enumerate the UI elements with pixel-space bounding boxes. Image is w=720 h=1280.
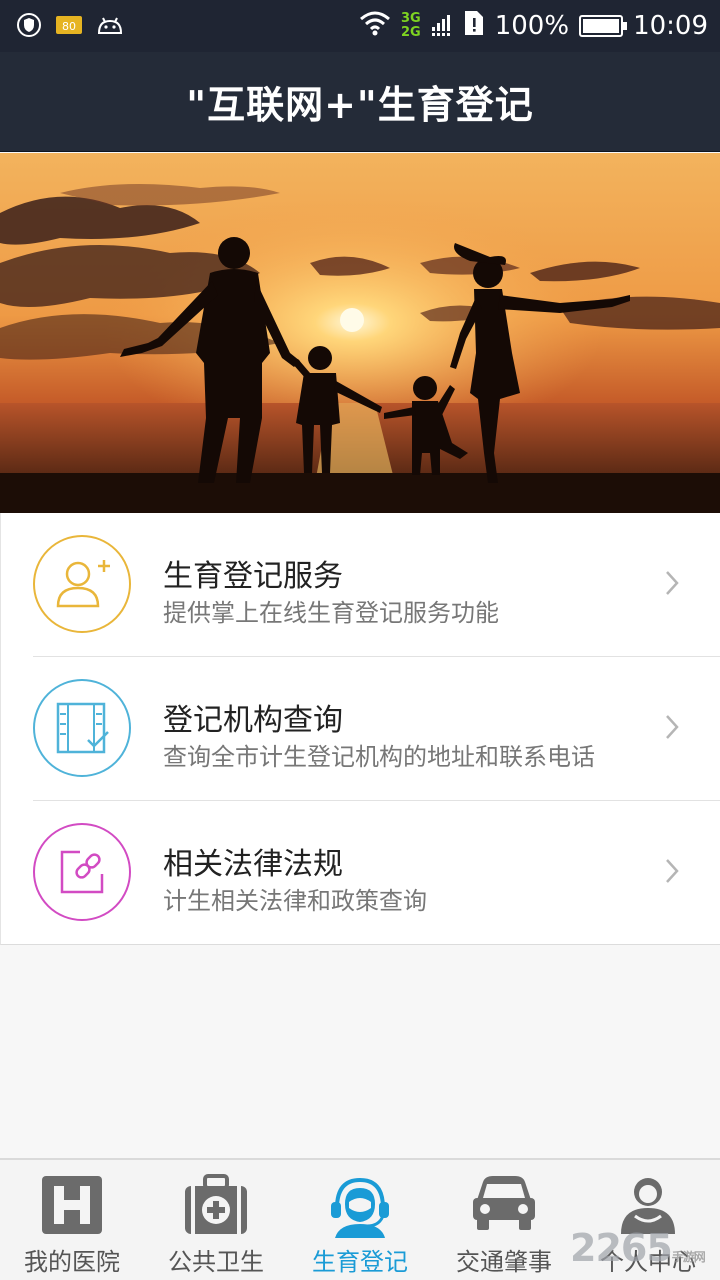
menu-item-birth-registration[interactable]: 生育登记服务 提供掌上在线生育登记服务功能 — [1, 513, 720, 657]
hero-banner — [0, 153, 720, 513]
watermark-brand: 2265 — [570, 1226, 673, 1270]
car-icon — [471, 1174, 537, 1236]
menu-item-title: 相关法律法规 — [163, 847, 343, 882]
nav-traffic-accident[interactable]: 交通肇事 — [432, 1160, 576, 1280]
android-icon — [96, 15, 124, 39]
sim-alert-icon — [463, 9, 485, 44]
network-top: 3G — [401, 11, 421, 26]
chevron-right-icon — [664, 857, 680, 889]
wifi-icon — [359, 10, 391, 43]
nav-public-health[interactable]: 公共卫生 — [144, 1160, 288, 1280]
status-bar: 80 3G 2G 100% 10:09 — [0, 0, 720, 52]
page-title: "互联网+"生育登记 — [186, 83, 534, 127]
chevron-right-icon — [664, 569, 680, 601]
nav-birth-registration[interactable]: 生育登记 — [288, 1160, 432, 1280]
hospital-icon — [40, 1174, 104, 1240]
add-user-icon — [33, 535, 131, 633]
watermark: 2265手游网 — [570, 1226, 706, 1270]
signal-icon — [431, 9, 453, 44]
battery-percent: 100% — [494, 11, 570, 41]
nav-my-hospital[interactable]: 我的医院 — [0, 1160, 144, 1280]
menu-item-title: 生育登记服务 — [163, 559, 343, 594]
nav-label: 生育登记 — [312, 1248, 408, 1276]
menu-item-subtitle: 查询全市计生登记机构的地址和联系电话 — [163, 743, 595, 771]
family-sunset-image — [0, 153, 720, 513]
badge-text: 80 — [62, 20, 76, 33]
first-aid-kit-icon — [183, 1174, 249, 1240]
menu-item-agency-lookup[interactable]: 登记机构查询 查询全市计生登记机构的地址和联系电话 — [1, 657, 720, 801]
nav-label: 交通肇事 — [456, 1248, 552, 1276]
service-menu: 生育登记服务 提供掌上在线生育登记服务功能 登记机构查询 查询全市计生登记机构的… — [0, 513, 720, 945]
checklist-icon — [33, 679, 131, 777]
menu-item-subtitle: 提供掌上在线生育登记服务功能 — [163, 599, 499, 627]
shield-icon — [16, 12, 42, 42]
link-icon — [33, 823, 131, 921]
menu-item-title: 登记机构查询 — [163, 703, 343, 738]
menu-item-laws-regulations[interactable]: 相关法律法规 计生相关法律和政策查询 — [1, 801, 720, 945]
menu-item-subtitle: 计生相关法律和政策查询 — [163, 887, 427, 915]
watermark-site: 手游网 — [671, 1250, 706, 1264]
battery-saver-icon: 80 — [54, 13, 84, 41]
clock: 10:09 — [633, 11, 708, 41]
network-bottom: 2G — [401, 25, 421, 40]
app-header: "互联网+"生育登记 — [0, 52, 720, 152]
network-type: 3G 2G — [401, 12, 421, 40]
nav-label: 公共卫生 — [168, 1248, 264, 1276]
chevron-right-icon — [664, 713, 680, 745]
battery-icon — [579, 15, 628, 37]
screen: 80 3G 2G 100% 10:09 "互联网+"生育登记 生育登记服务 提供… — [0, 0, 720, 1280]
nav-label: 我的医院 — [24, 1248, 120, 1276]
headset-agent-icon — [327, 1174, 393, 1242]
